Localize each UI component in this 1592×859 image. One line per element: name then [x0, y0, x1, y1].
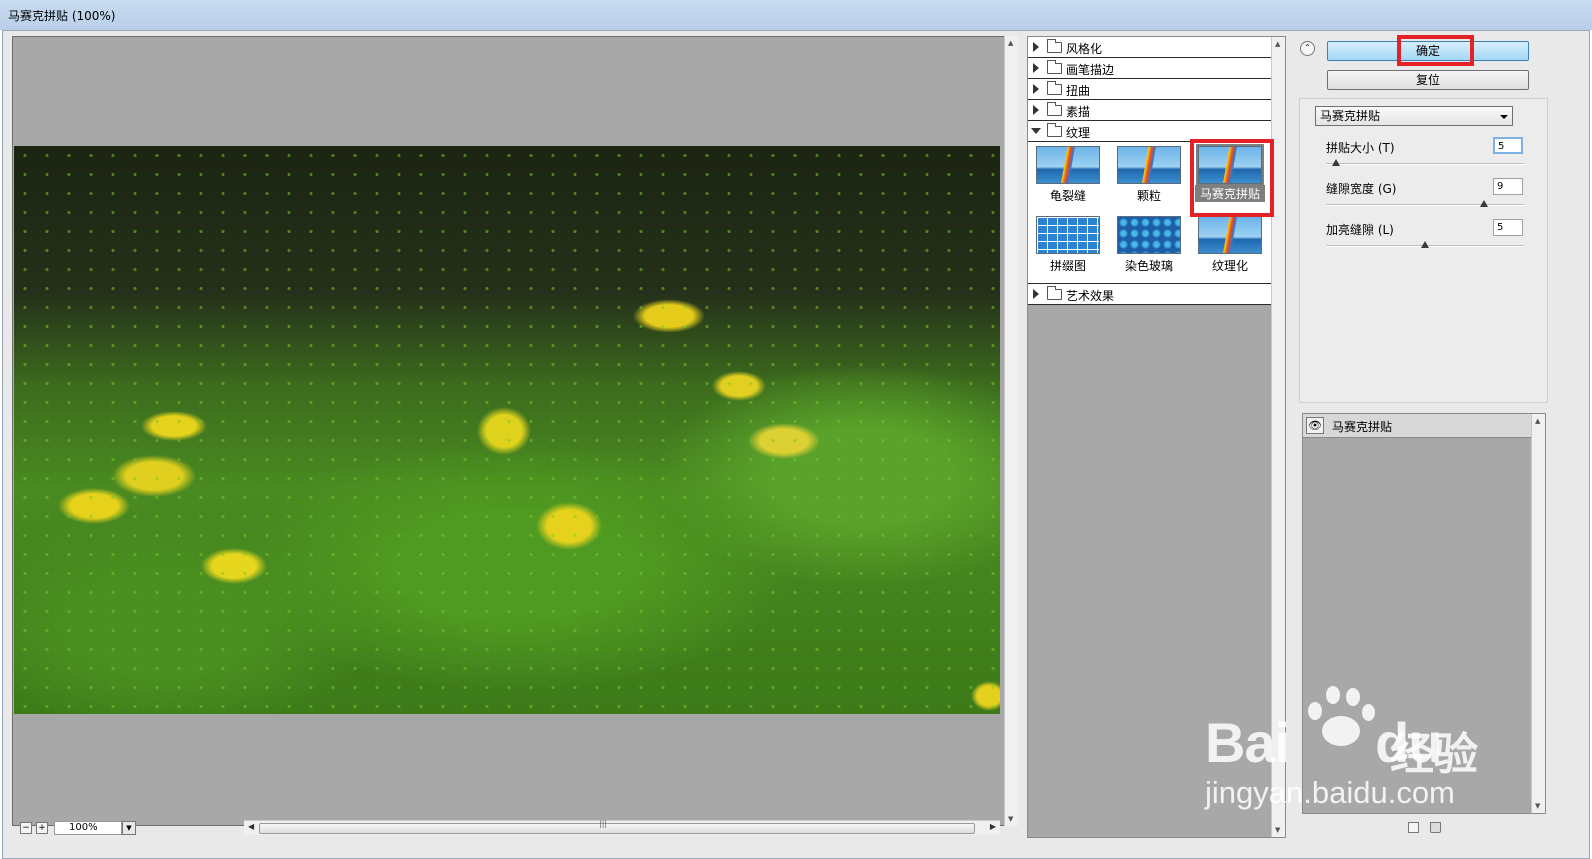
filter-thumb-stained-glass[interactable]: 染色玻璃 [1114, 216, 1184, 276]
collapsed-triangle-icon[interactable] [1033, 289, 1039, 299]
filter-preview-image [1117, 216, 1181, 254]
category-sketch[interactable]: 素描 [1028, 100, 1272, 121]
zoom-out-button[interactable]: − [20, 822, 32, 834]
category-label: 风格化 [1066, 42, 1103, 56]
zoom-controls: − + 100% ▼ [14, 820, 244, 836]
param-label: 拼贴大小 (T) [1326, 141, 1395, 155]
folder-icon [1047, 81, 1062, 95]
param-lighten-grout: 加亮缝隙 (L) 5 [1326, 219, 1526, 257]
watermark-brand-cn: 经验 [1390, 729, 1478, 780]
zoom-in-button[interactable]: + [36, 822, 48, 834]
slider-knob[interactable] [1331, 159, 1340, 166]
delete-effect-layer-icon[interactable] [1430, 822, 1441, 833]
param-label: 加亮缝隙 (L) [1326, 223, 1394, 237]
baidu-jingyan-watermark: Bai du 经验 jingyan.baidu.com [1205, 680, 1505, 810]
window-titlebar: 马赛克拼贴 (100%) [0, 0, 1592, 30]
scroll-up-arrow-icon[interactable]: ▲ [1008, 39, 1013, 47]
slider-knob[interactable] [1421, 241, 1429, 248]
filter-preview-image [1036, 216, 1100, 254]
category-distort[interactable]: 扭曲 [1028, 79, 1272, 100]
zoom-level-field[interactable]: 100% [54, 821, 122, 835]
window-title: 马赛克拼贴 (100%) [8, 9, 116, 23]
filter-preview-image [1198, 216, 1262, 254]
collapsed-triangle-icon[interactable] [1033, 105, 1039, 115]
folder-icon [1047, 60, 1062, 74]
scroll-up-arrow-icon[interactable]: ▲ [1275, 40, 1280, 48]
folder-open-icon [1047, 123, 1062, 137]
folder-icon [1047, 286, 1062, 300]
collapsed-triangle-icon[interactable] [1033, 63, 1039, 73]
scroll-right-arrow-icon[interactable]: ▶ [990, 822, 996, 831]
scroll-down-arrow-icon[interactable]: ▼ [1535, 802, 1540, 810]
slider-track[interactable] [1326, 163, 1524, 165]
param-label: 缝隙宽度 (G) [1326, 182, 1397, 196]
slider-knob[interactable] [1480, 200, 1489, 207]
category-stylize[interactable]: 风格化 [1028, 37, 1272, 58]
zoom-dropdown-icon[interactable]: ▼ [122, 821, 136, 835]
collapse-gallery-icon[interactable]: ⌃ [1300, 41, 1315, 56]
filter-thumb-texturizer[interactable]: 纹理化 [1195, 216, 1265, 276]
lighten-grout-input[interactable]: 5 [1493, 219, 1523, 236]
folder-icon [1047, 102, 1062, 116]
filter-thumb-label: 颗粒 [1136, 189, 1161, 203]
preview-horizontal-scrollbar[interactable]: ◀ ||| ▶ [244, 819, 1000, 835]
category-label: 艺术效果 [1066, 289, 1115, 303]
tile-size-input[interactable]: 5 [1493, 137, 1523, 154]
expanded-triangle-icon[interactable] [1031, 128, 1041, 134]
effect-layer-row[interactable]: 👁 马赛克拼贴 [1303, 414, 1532, 438]
scroll-grip-icon: ||| [599, 819, 608, 828]
filter-select-dropdown[interactable]: 马赛克拼贴 [1315, 106, 1513, 126]
category-label: 扭曲 [1066, 84, 1091, 98]
scroll-left-arrow-icon[interactable]: ◀ [248, 822, 254, 831]
collapsed-triangle-icon[interactable] [1033, 42, 1039, 52]
filter-preview-image [1117, 146, 1181, 184]
filter-thumb-craquelure[interactable]: 龟裂缝 [1033, 146, 1103, 206]
new-effect-layer-icon[interactable] [1408, 822, 1419, 833]
filter-thumb-label: 纹理化 [1211, 259, 1248, 273]
filter-thumb-label: 龟裂缝 [1049, 189, 1086, 203]
category-brush-strokes[interactable]: 画笔描边 [1028, 58, 1272, 79]
chevron-down-icon [1500, 115, 1508, 119]
preview-vertical-scrollbar[interactable]: ▲ ▼ [1004, 36, 1018, 826]
filter-thumb-label: 拼缀图 [1049, 259, 1086, 273]
slider-track[interactable] [1326, 204, 1524, 206]
folder-icon [1047, 39, 1062, 53]
filter-preview-image [1036, 146, 1100, 184]
category-artistic[interactable]: 艺术效果 [1028, 284, 1272, 305]
preview-image [14, 146, 1000, 714]
filter-thumb-patchwork[interactable]: 拼缀图 [1033, 216, 1103, 276]
horizontal-scroll-thumb[interactable] [259, 823, 975, 834]
reset-button[interactable]: 复位 [1327, 70, 1529, 90]
effect-layer-label: 马赛克拼贴 [1332, 420, 1393, 434]
scroll-up-arrow-icon[interactable]: ▲ [1535, 417, 1540, 425]
grout-width-input[interactable]: 9 [1493, 178, 1523, 195]
watermark-url: jingyan.baidu.com [1205, 775, 1455, 810]
category-label: 画笔描边 [1066, 63, 1115, 77]
filter-select-value: 马赛克拼贴 [1320, 109, 1381, 123]
scroll-down-arrow-icon[interactable]: ▼ [1275, 826, 1280, 834]
collapsed-triangle-icon[interactable] [1033, 84, 1039, 94]
scroll-down-arrow-icon[interactable]: ▼ [1008, 815, 1013, 823]
layers-vertical-scrollbar[interactable]: ▲ ▼ [1531, 414, 1545, 813]
filter-thumb-grain[interactable]: 颗粒 [1114, 146, 1184, 206]
category-label: 素描 [1066, 105, 1091, 119]
ok-button-highlight [1397, 35, 1474, 66]
selected-filter-highlight [1190, 139, 1274, 217]
category-label: 纹理 [1066, 126, 1091, 140]
filter-thumb-label: 染色玻璃 [1124, 259, 1173, 273]
eye-icon[interactable]: 👁 [1306, 417, 1324, 434]
param-tile-size: 拼贴大小 (T) 5 [1326, 137, 1526, 175]
param-grout-width: 缝隙宽度 (G) 9 [1326, 178, 1526, 216]
